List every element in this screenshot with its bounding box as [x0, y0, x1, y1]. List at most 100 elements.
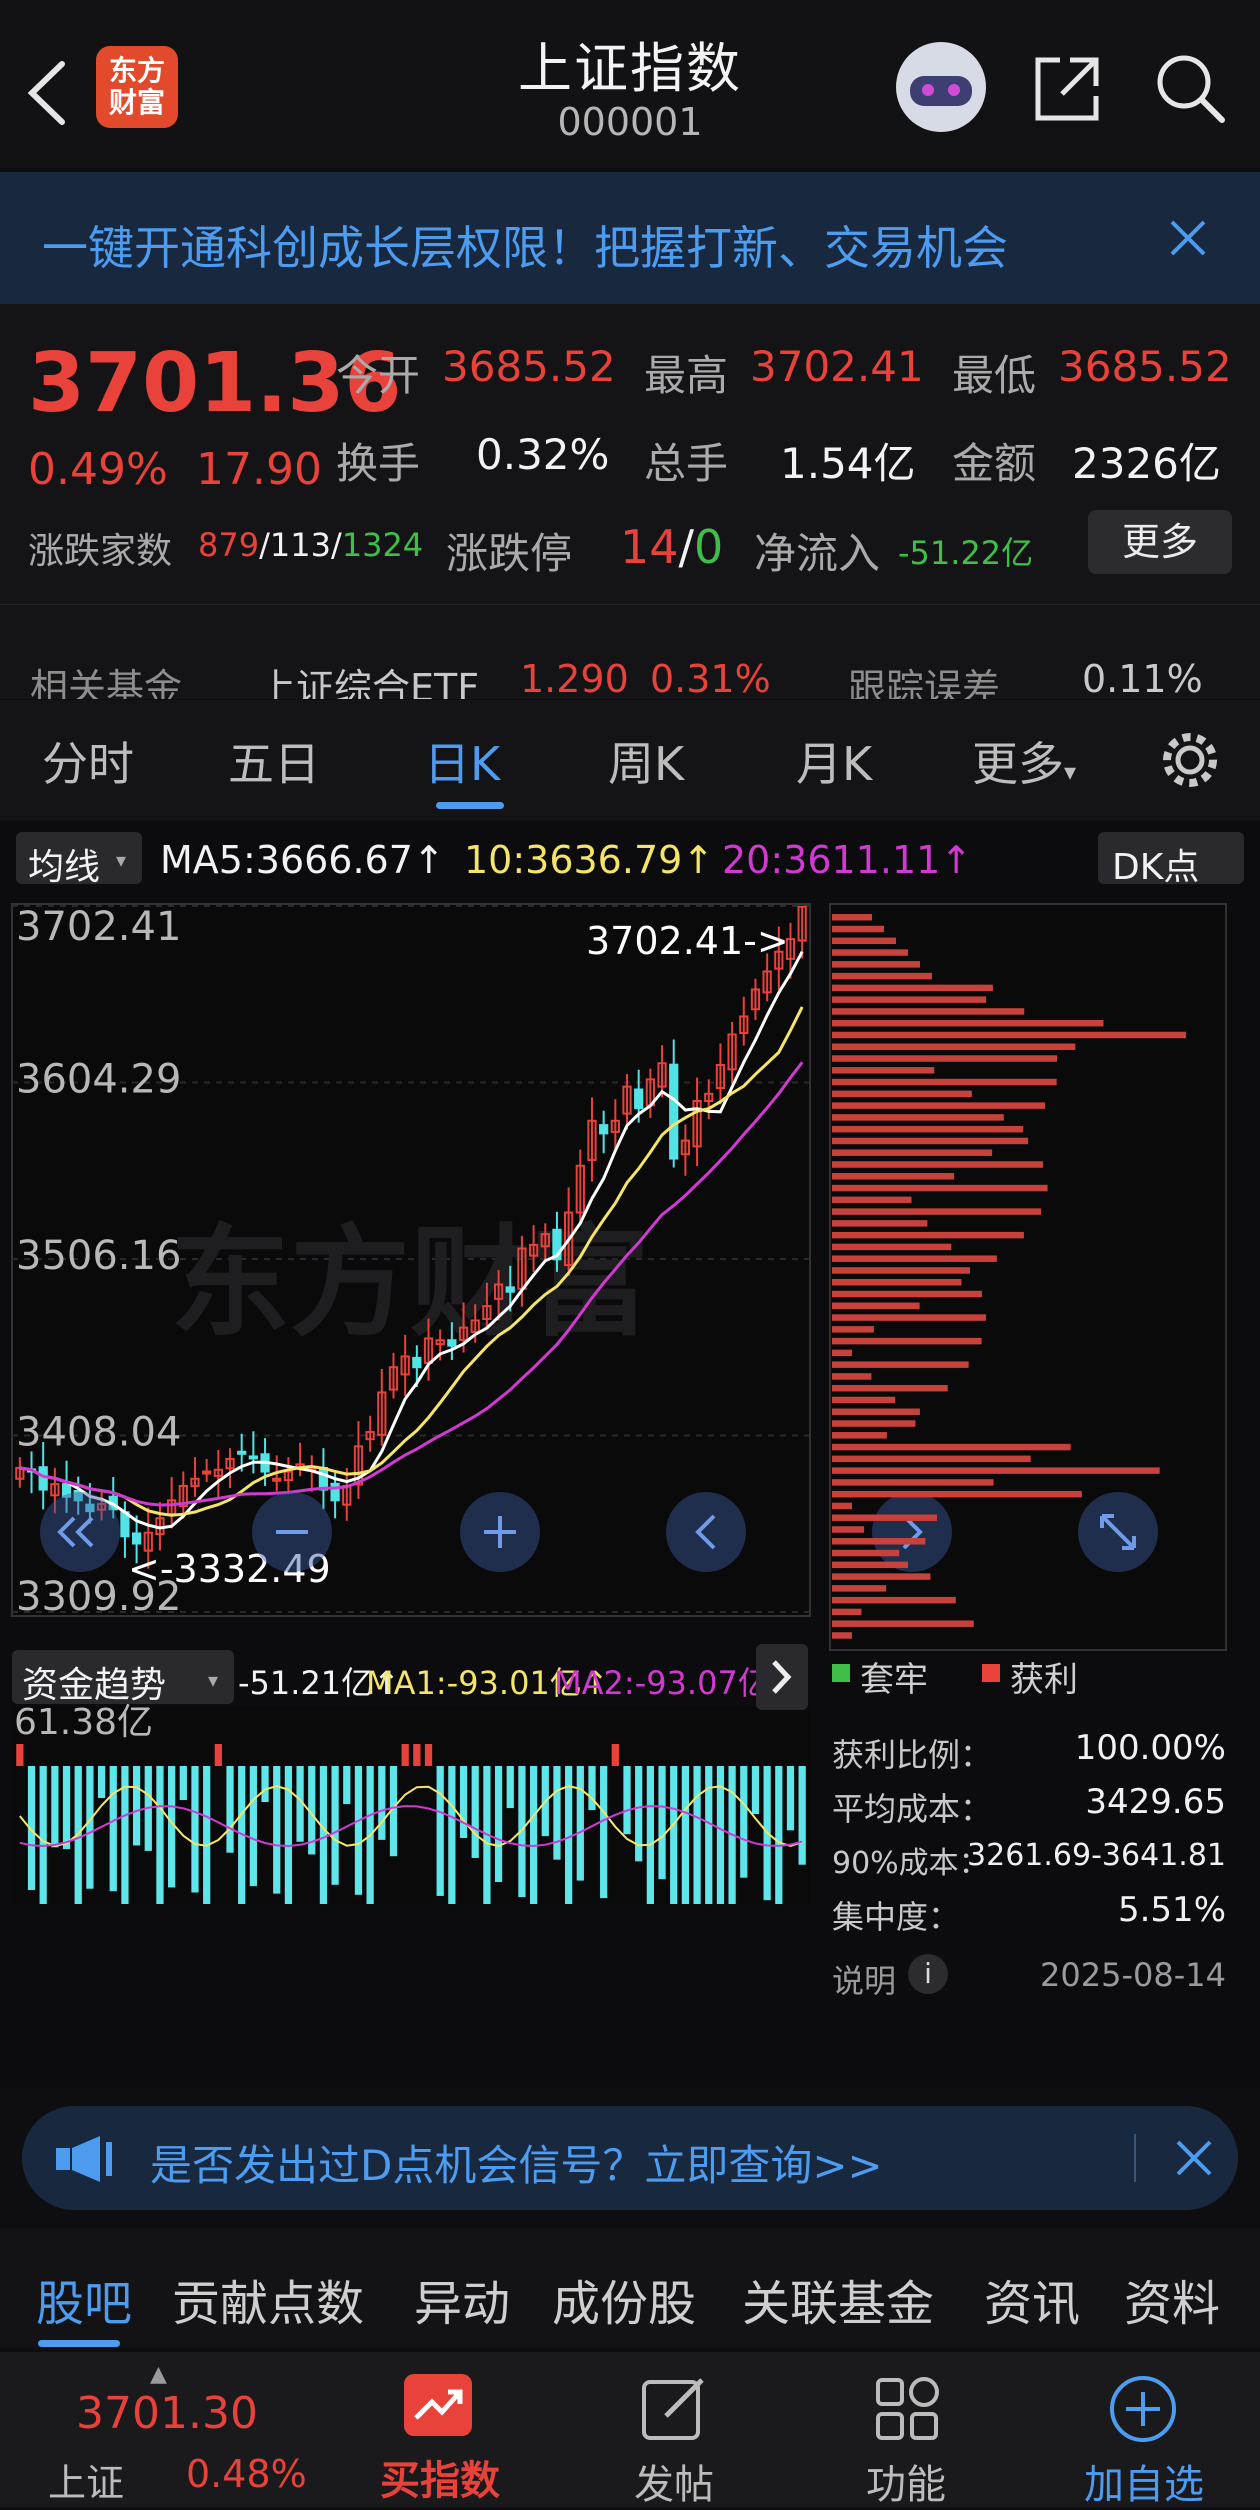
flow-bar	[471, 1766, 479, 1858]
watermark: 东方财富	[170, 1214, 650, 1353]
tab-more[interactable]: 更多▾	[972, 728, 1076, 794]
flow-bar	[16, 1744, 24, 1766]
chip-bar	[832, 914, 872, 921]
chip-value-0: 100.00%	[1074, 1728, 1226, 1768]
more-button[interactable]: 更多	[1088, 510, 1232, 574]
active-subtab-indicator	[38, 2340, 120, 2347]
promo-banner-text: 一键开通科创成长层权限！把握打新、交易机会	[42, 221, 1008, 275]
flow-bar	[39, 1766, 47, 1904]
tab-daily-k[interactable]: 日K	[424, 728, 500, 794]
chip-bar	[832, 1455, 1031, 1463]
tab-related-funds[interactable]: 关联基金	[742, 2264, 934, 2334]
post-label[interactable]: 发帖	[606, 2452, 742, 2510]
flow-bar	[623, 1766, 631, 1835]
robot-assistant-icon[interactable]	[896, 42, 986, 132]
search-icon[interactable]	[1152, 50, 1228, 126]
flow-bar	[646, 1766, 654, 1904]
flow-bar	[786, 1766, 795, 1831]
chip-bar	[832, 1490, 1082, 1498]
ma5-value: MA5:3666.67↑	[160, 838, 445, 882]
bottom-toolbar: ▲ 3701.30 上证 0.48% 买指数 发帖 功能 加自选	[0, 2352, 1260, 2510]
tab-weekly-k[interactable]: 周K	[608, 728, 684, 794]
flow-next-button[interactable]	[756, 1644, 808, 1710]
flow-bar	[191, 1766, 199, 1893]
tab-profile[interactable]: 资料	[1124, 2264, 1220, 2334]
chip-bar	[832, 1114, 1004, 1121]
buy-index-label[interactable]: 买指数	[372, 2448, 508, 2506]
volume-label: 总手	[644, 439, 729, 488]
flow-bar	[354, 1766, 363, 1895]
dk-point-button[interactable]: DK点	[1098, 832, 1244, 888]
add-watchlist-label[interactable]: 加自选	[1076, 2452, 1212, 2510]
chip-bar	[832, 1479, 994, 1486]
flow-bar	[86, 1766, 94, 1889]
chip-bar	[832, 1573, 931, 1580]
flow-bar	[740, 1766, 748, 1878]
netflow-value: -51.22亿	[898, 534, 1034, 572]
edit-post-icon[interactable]	[640, 2376, 708, 2442]
amount-value: 2326亿	[1072, 439, 1221, 488]
flow-bar	[203, 1766, 211, 1904]
chip-bar	[832, 1526, 865, 1533]
chip-bar	[832, 1361, 969, 1368]
bottom-index-name: 上证	[48, 2461, 125, 2505]
share-icon[interactable]	[1030, 52, 1104, 126]
chip-bar	[832, 937, 896, 945]
ma-selector[interactable]: 均线 ▾	[16, 832, 142, 888]
close-icon[interactable]	[1168, 218, 1208, 258]
chart-left-button	[666, 1492, 746, 1572]
info-icon[interactable]: i	[908, 1954, 948, 1994]
flow-bar	[576, 1766, 584, 1881]
chip-bar	[832, 961, 920, 968]
related-fund-row[interactable]: 相关基金 上证综合ETF 1.290 0.31% 跟踪误差 0.11%	[0, 604, 1260, 699]
chip-bar	[832, 972, 932, 980]
volume-value: 1.54亿	[780, 439, 916, 488]
tab-intraday[interactable]: 分时	[42, 728, 134, 794]
chip-bar	[832, 1055, 1058, 1062]
tab-monthly-k[interactable]: 月K	[796, 728, 872, 794]
fund-trend-selector[interactable]: 资金趋势 ▾	[12, 1650, 234, 1706]
tab-news[interactable]: 资讯	[984, 2264, 1080, 2334]
tab-guba[interactable]: 股吧	[36, 2264, 132, 2334]
quote-panel: 3701.36 0.49% 17.90 今开 3685.52 最高 3702.4…	[0, 304, 1260, 604]
function-label[interactable]: 功能	[838, 2452, 974, 2510]
tab-five-day[interactable]: 五日	[228, 728, 320, 794]
flow-bar	[798, 1766, 806, 1865]
price-axis-label: 3604.29	[16, 1056, 181, 1102]
chip-bar	[832, 1337, 982, 1345]
function-grid-icon[interactable]	[874, 2376, 940, 2442]
chip-bar	[832, 1290, 982, 1298]
chip-note-label[interactable]: 说明	[832, 1956, 896, 2002]
bottom-price: 3701.30	[76, 2388, 258, 2439]
tab-constituents[interactable]: 成份股	[552, 2264, 696, 2334]
tab-abnormal[interactable]: 异动	[414, 2264, 510, 2334]
chip-bar	[832, 1384, 948, 1392]
chip-bar	[832, 1549, 900, 1557]
close-icon[interactable]	[1174, 2138, 1214, 2178]
amount-label: 金额	[952, 439, 1037, 488]
buy-index-icon[interactable]	[404, 2374, 472, 2436]
flow-bar	[693, 1766, 701, 1904]
flow-bar	[751, 1766, 760, 1815]
settings-gear-icon[interactable]	[1158, 728, 1222, 792]
chip-bar	[832, 1632, 852, 1639]
add-watchlist-icon[interactable]	[1108, 2374, 1178, 2444]
legend-profit: 获利	[1010, 1660, 1078, 1700]
flow-bar	[261, 1766, 269, 1803]
candle-body	[131, 1532, 142, 1545]
chip-bar	[832, 1620, 974, 1627]
chart-area: 均线 ▾ MA5:3666.67↑ 10:3636.79↑ 20:3611.11…	[0, 822, 1260, 2088]
price-axis-label: 3506.16	[16, 1233, 181, 1279]
high-value: 3702.41	[750, 342, 924, 391]
chart-right-button	[872, 1492, 952, 1572]
dpoint-query-banner[interactable]: 是否发出过D点机会信号？立即查询>>	[22, 2106, 1238, 2210]
candle-body	[447, 1339, 457, 1347]
tab-contribution[interactable]: 贡献点数	[172, 2264, 364, 2334]
chip-bar	[832, 1208, 1042, 1215]
promo-banner[interactable]: 一键开通科创成长层权限！把握打新、交易机会	[0, 172, 1260, 304]
flow-bar	[51, 1766, 59, 1848]
chip-bar	[832, 1608, 862, 1616]
chip-bar	[832, 1302, 920, 1310]
candle-body	[272, 1477, 282, 1482]
flow-bar	[401, 1744, 409, 1766]
